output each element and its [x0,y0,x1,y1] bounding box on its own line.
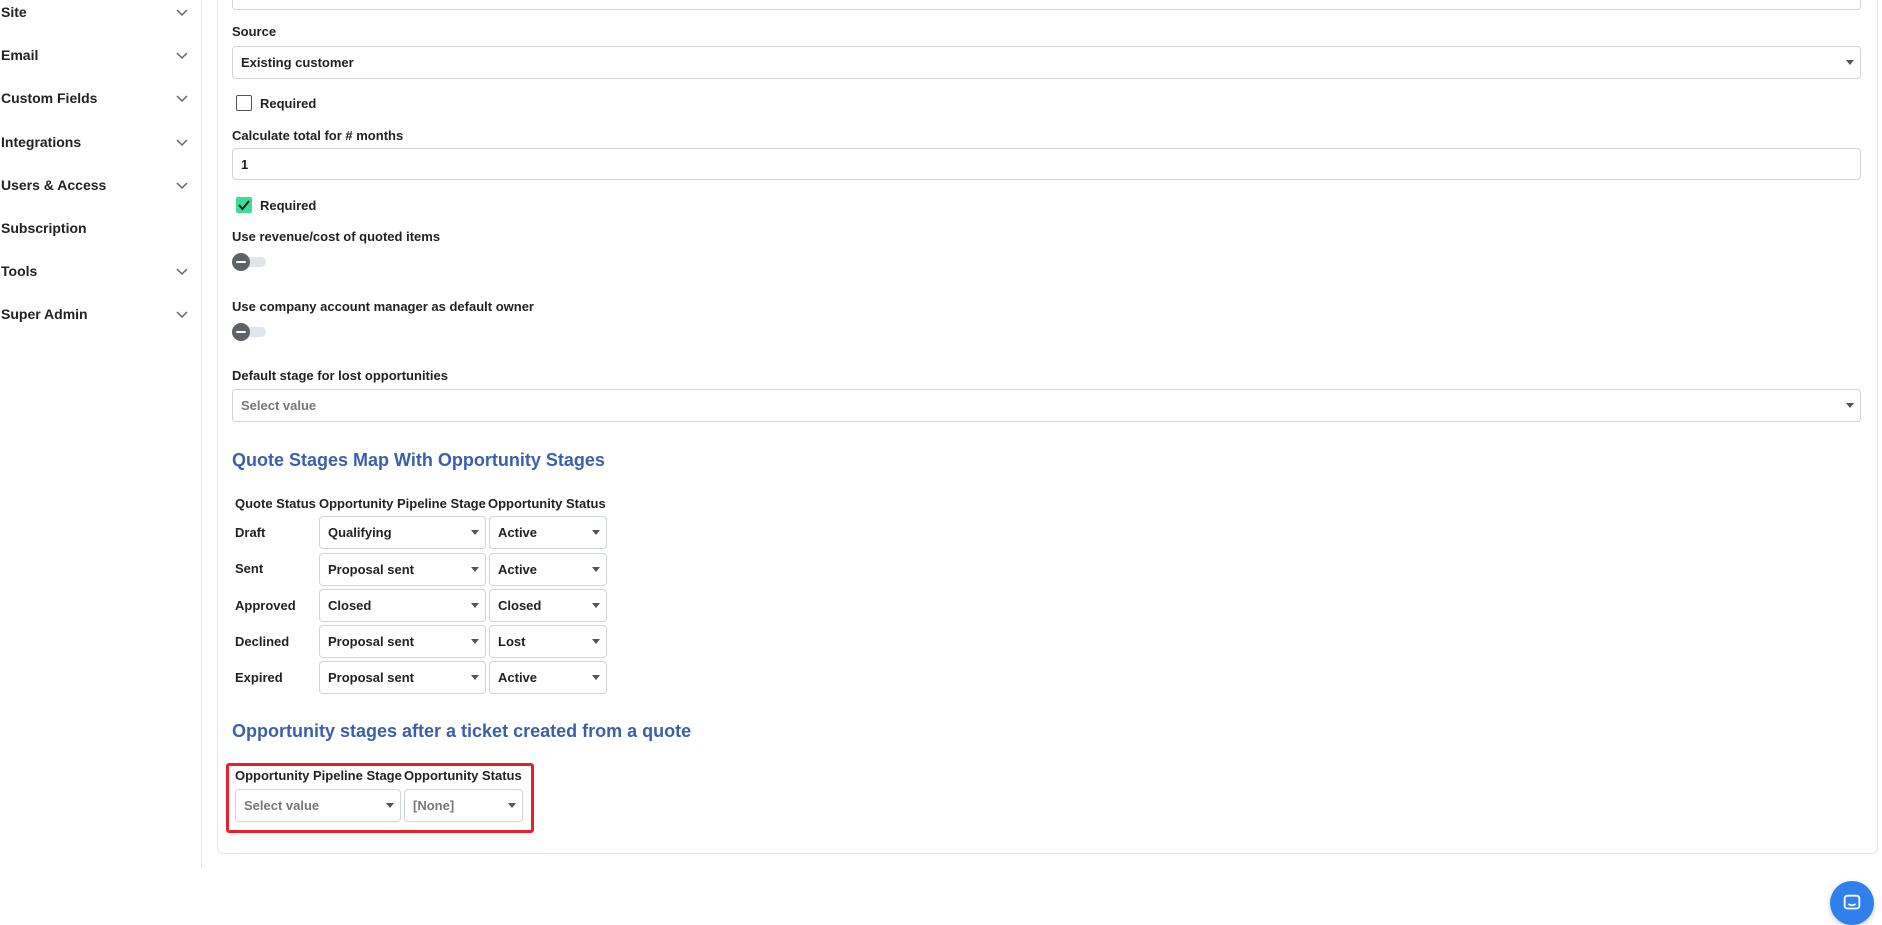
caret-down-icon [1846,402,1854,408]
settings-sidebar: Site Email Custom Fields Integrations Us… [0,0,202,868]
months-required-checkbox[interactable] [236,197,252,213]
sidebar-item-subscription[interactable]: Subscription [0,213,190,243]
row-quote-status: Approved [235,598,296,613]
chevron-down-icon [174,90,190,106]
pipeline-stage-select[interactable]: Closed [319,589,486,622]
caret-down-icon [508,802,516,808]
opportunity-status-select[interactable]: Active [489,516,607,549]
ticket-stages-title: Opportunity stages after a ticket create… [232,721,692,741]
chevron-down-icon [174,47,190,63]
th-ticket-opportunity-status: Opportunity Status [404,768,522,783]
source-value: Existing customer [241,55,354,70]
select-value: Active [498,562,538,577]
use-revenue-switch[interactable] [232,253,266,271]
caret-down-icon [386,802,394,808]
sidebar-item-label: Subscription [1,220,87,236]
th-opportunity-status: Opportunity Status [488,496,606,511]
months-label: Calculate total for # months [232,128,404,143]
caret-down-icon [471,638,479,644]
caret-down-icon [471,674,479,680]
months-value: 1 [241,156,249,172]
source-required-checkbox[interactable] [236,95,252,111]
default-lost-stage-placeholder: Select value [241,398,317,413]
months-input[interactable]: 1 [232,148,1861,180]
pipeline-stage-select[interactable]: Proposal sent [319,661,486,694]
use-account-manager-switch[interactable] [232,323,266,341]
switch-knob [232,323,250,341]
th-quote-status: Quote Status [235,496,316,511]
caret-down-icon [1846,59,1854,65]
sidebar-item-label: Users & Access [1,177,107,193]
select-placeholder: Select value [244,798,320,813]
opportunity-status-select[interactable]: Closed [489,589,607,622]
sidebar-item-users-access[interactable]: Users & Access [0,170,190,200]
caret-down-icon [471,602,479,608]
caret-down-icon [471,529,479,535]
sidebar-item-integrations[interactable]: Integrations [0,127,190,157]
previous-field-input[interactable] [232,0,1861,10]
sidebar-item-label: Email [1,47,39,63]
opportunity-status-select[interactable]: Lost [489,625,607,658]
caret-down-icon [592,566,600,572]
row-quote-status: Expired [235,670,283,685]
th-ticket-pipeline-stage: Opportunity Pipeline Stage [235,768,402,783]
months-required-label: Required [260,197,317,213]
caret-down-icon [592,674,600,680]
pipeline-stage-select[interactable]: Proposal sent [319,553,486,586]
sidebar-item-custom-fields[interactable]: Custom Fields [0,83,190,113]
caret-down-icon [592,602,600,608]
chevron-down-icon [174,177,190,193]
select-value: Proposal sent [328,562,414,577]
use-revenue-label: Use revenue/cost of quoted items [232,229,441,244]
select-value: Proposal sent [328,634,414,649]
source-select[interactable]: Existing customer [232,46,1861,79]
select-value: Qualifying [328,525,392,540]
check-icon [238,200,250,211]
row-quote-status: Draft [235,525,266,540]
sidebar-item-site[interactable]: Site [0,0,190,27]
default-lost-stage-select[interactable]: Select value [232,389,1861,422]
pipeline-stage-select[interactable]: Proposal sent [319,625,486,658]
source-required-toggle[interactable]: Required [236,95,316,111]
use-account-manager-label: Use company account manager as default o… [232,299,534,314]
quote-map-title: Quote Stages Map With Opportunity Stages [232,450,605,470]
opportunity-status-select[interactable]: Active [489,661,607,694]
pipeline-stage-select[interactable]: Qualifying [319,516,486,549]
caret-down-icon [592,529,600,535]
select-value: Active [498,670,538,685]
sidebar-item-label: Site [1,4,27,20]
chat-icon [1843,894,1861,910]
select-value: [None] [413,798,455,813]
ticket-pipeline-stage-select[interactable]: Select value [235,789,401,822]
select-value: Proposal sent [328,670,414,685]
row-quote-status: Declined [235,634,290,649]
opportunity-status-select[interactable]: Active [489,553,607,586]
select-value: Active [498,525,538,540]
chat-button[interactable] [1830,881,1874,925]
sidebar-item-label: Tools [1,263,38,279]
sidebar-item-email[interactable]: Email [0,40,190,70]
select-value: Lost [498,634,526,649]
chevron-down-icon [174,306,190,322]
chevron-down-icon [174,263,190,279]
source-label: Source [232,24,277,39]
default-lost-stage-label: Default stage for lost opportunities [232,368,448,383]
ticket-opportunity-status-select[interactable]: [None] [404,789,523,822]
sidebar-item-label: Custom Fields [1,90,98,106]
months-required-toggle[interactable]: Required [236,197,316,213]
source-required-label: Required [260,95,317,111]
switch-knob [232,253,250,271]
sidebar-item-label: Integrations [1,134,82,150]
select-value: Closed [498,598,542,613]
sidebar-item-label: Super Admin [1,306,88,322]
chevron-down-icon [174,4,190,20]
chevron-down-icon [174,134,190,150]
caret-down-icon [471,566,479,572]
row-quote-status: Sent [235,561,264,576]
select-value: Closed [328,598,372,613]
caret-down-icon [592,638,600,644]
th-pipeline-stage: Opportunity Pipeline Stage [319,496,486,511]
sidebar-item-tools[interactable]: Tools [0,256,190,286]
sidebar-item-super-admin[interactable]: Super Admin [0,299,190,329]
